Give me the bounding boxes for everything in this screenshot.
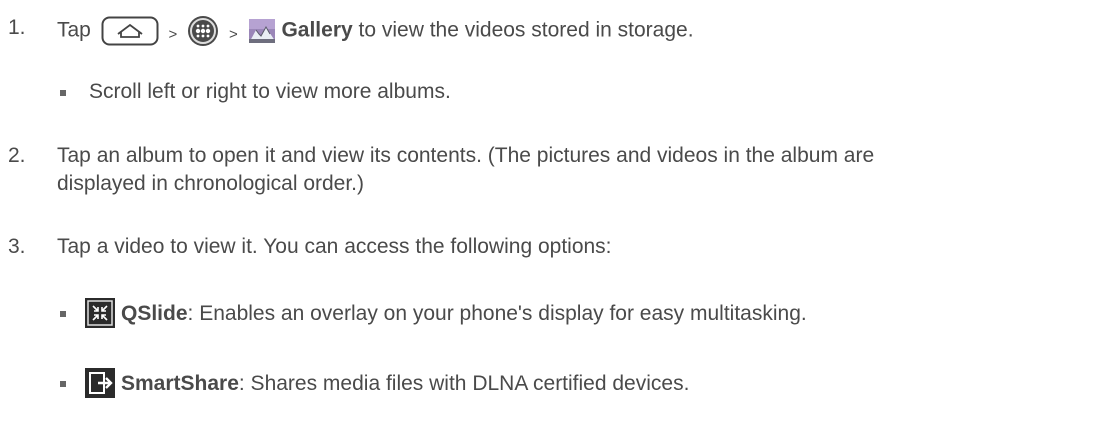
bullet (60, 311, 66, 317)
qslide-label: QSlide (121, 302, 188, 326)
step-1-text: Tap > > Gallery to view the videos store… (57, 15, 694, 48)
option-smartshare: SmartShare: Shares media files with DLNA… (85, 368, 689, 401)
gallery-icon (248, 17, 276, 45)
separator: > (168, 25, 178, 43)
bullet (60, 381, 66, 387)
step-number: 2. (8, 144, 26, 167)
step-number: 3. (8, 235, 26, 258)
bullet (60, 90, 66, 96)
step-1-bullet-text: Scroll left or right to view more albums… (89, 80, 451, 103)
separator: > (229, 25, 238, 43)
qslide-icon (85, 298, 121, 331)
option-qslide: QSlide: Enables an overlay on your phone… (85, 298, 807, 331)
step-2-line-2: displayed in chronological order.) (57, 172, 365, 195)
home-icon (97, 16, 159, 46)
smartshare-icon (85, 368, 121, 401)
step-2-line-1: Tap an album to open it and view its con… (57, 144, 875, 167)
qslide-desc: : Enables an overlay on your phone's dis… (187, 302, 807, 326)
step-1-pre: Tap (57, 18, 91, 42)
step-number: 1. (8, 16, 26, 39)
smartshare-desc: : Shares media files with DLNA certified… (238, 372, 690, 396)
step-3-text: Tap a video to view it. You can access t… (57, 235, 612, 258)
smartshare-label: SmartShare (121, 372, 239, 396)
apps-icon (187, 15, 219, 47)
gallery-label: Gallery (281, 18, 353, 42)
step-1-post: to view the videos stored in storage. (352, 18, 694, 42)
